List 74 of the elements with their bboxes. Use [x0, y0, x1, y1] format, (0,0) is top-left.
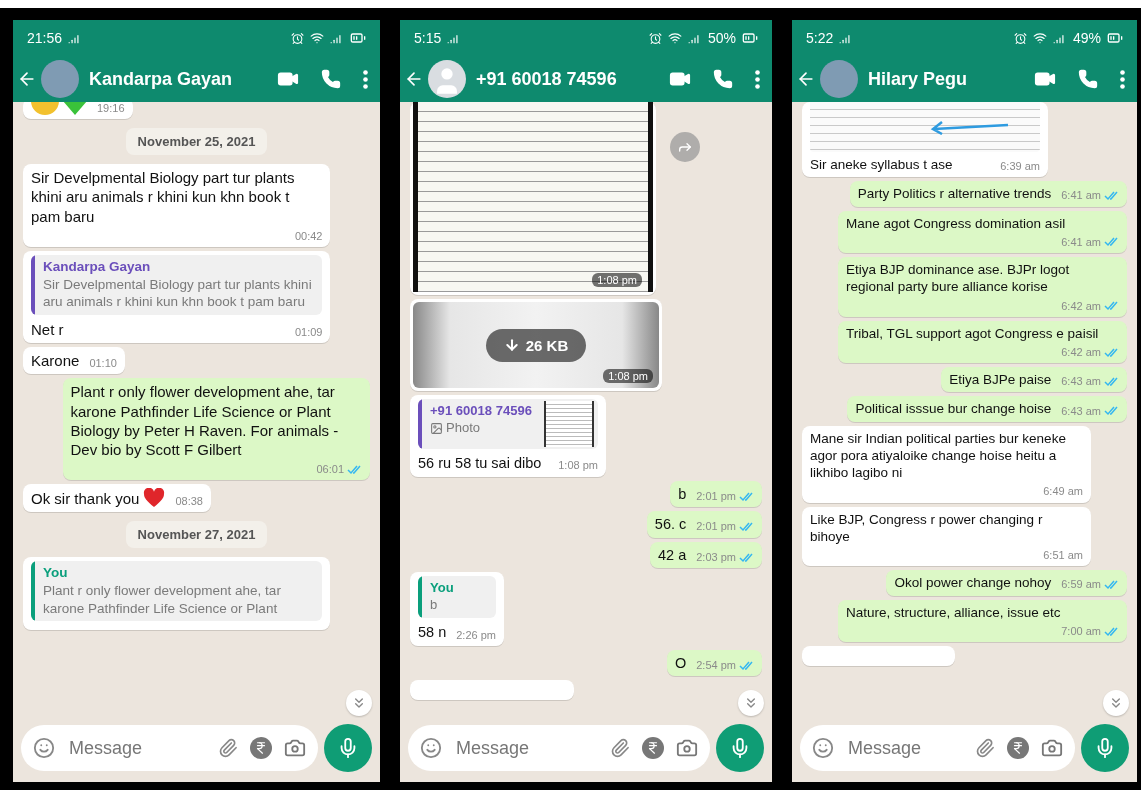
message-text: Mane agot Congress domination asil: [846, 214, 1066, 232]
quoted-message[interactable]: Kandarpa Gayan Sir Develpmental Biology part tur plants khini aru animals r khini kun khn book t pam baru: [31, 254, 323, 316]
message-input[interactable]: Message: [454, 736, 598, 760]
battery-percentage: 50%: [707, 30, 736, 46]
message-time: 6:39 am: [1000, 160, 1040, 174]
quoted-message[interactable]: +91 60018 74596 Photo: [418, 399, 598, 449]
quote-text: b: [430, 597, 439, 615]
message-text: Tribal, TGL support agot Congress e paisil: [846, 324, 1099, 342]
message-text: Mane sir Indian political parties bur keneke agor pora atiyaloike change hoise heitu a likhibo lagibo ni: [810, 429, 1067, 482]
message-field[interactable]: Message: [21, 725, 318, 771]
message-text: Karone: [31, 351, 80, 371]
message-time: 2:01 pm: [696, 489, 736, 504]
message-text: Ok sir thank you: [31, 489, 140, 509]
battery-percentage: 49%: [1072, 30, 1101, 46]
message-input[interactable]: Message: [67, 736, 206, 760]
message-time: 2:03 pm: [696, 551, 736, 565]
message-field[interactable]: Message: [800, 725, 1075, 771]
quote-author: +91 60018 74596: [430, 403, 532, 418]
message-input[interactable]: Message: [846, 736, 963, 760]
message-text: Like BJP, Congress r power changing r bihoye: [810, 510, 1044, 546]
message-text: O: [674, 653, 687, 673]
message-text: Plant r only flower development ahe, tar karone Pathfinder Life Science or Plant Biology by Peter H Raven. For animals - Dev bio by Scott F Gilbert: [70, 382, 340, 460]
message-field[interactable]: Message: [408, 725, 710, 771]
message-time: 6:42 am: [1061, 299, 1101, 313]
message-time: 01:09: [294, 326, 323, 340]
date-label: November 27, 2021: [125, 521, 268, 549]
message-time: 19:16: [97, 102, 125, 116]
quote-author: You: [43, 565, 69, 581]
message-time: 6:42 am: [1061, 345, 1101, 360]
quote-author: You: [430, 580, 455, 596]
quoted-message[interactable]: You b: [418, 576, 496, 619]
message-time: 00:42: [294, 229, 323, 243]
message-text: 56. c: [654, 515, 687, 534]
message-time: 2:54 pm: [696, 659, 736, 673]
message-time: 01:10: [89, 357, 117, 371]
message-time: 6:59 am: [1061, 578, 1101, 592]
message-time: 2:01 pm: [696, 520, 736, 534]
message-text: Okol power change nohoy: [894, 574, 1052, 592]
message-time: 6:43 am: [1061, 404, 1101, 418]
message-time: 08:38: [175, 495, 203, 509]
message-text: Sir aneke syllabus t ase: [810, 156, 953, 174]
message-time: 2:26 pm: [456, 628, 496, 642]
message-text: b: [678, 484, 687, 504]
download-button[interactable]: 26 KB: [485, 328, 587, 362]
message-time: 06:01: [316, 463, 344, 477]
message-time: 6:43 am: [1061, 375, 1101, 389]
message-text: 56 ru 58 tu sai dibo: [418, 454, 542, 473]
message-time: 7:00 am: [1061, 624, 1101, 639]
quote-text: Photo: [430, 420, 532, 437]
message-time: 6:41 am: [1061, 189, 1101, 203]
quote-text: Sir Develpmental Biology part tur plants khini aru animals r khini kun khn book t pam baru: [43, 275, 313, 312]
message-text: 42 a: [658, 545, 687, 565]
message-text: Sir Develpmental Biology part tur plants khini aru animals r khini kun khn book t pam baru: [31, 168, 296, 226]
message-text: Net r: [31, 320, 64, 340]
date-label: November 25, 2021: [125, 128, 268, 156]
message-time: 1:08 pm: [592, 273, 642, 287]
message-time: 6:41 am: [1061, 235, 1101, 249]
quote-author: Kandarpa Gayan: [43, 258, 152, 274]
message-text: 58 n: [418, 623, 447, 642]
message-time: 6:51 am: [1043, 549, 1083, 563]
photo-placeholder[interactable]: 1:08 pm: [413, 102, 653, 292]
quoted-message[interactable]: You Plant r only flower development ahe, tar karone Pathfinder Life Science or Plant: [31, 561, 323, 622]
status-time: 5:15: [414, 30, 442, 46]
status-time: 21:56: [27, 30, 63, 46]
message-text: Etiya BJP dominance ase. BJPr logot regional party bure alliance korise: [846, 261, 1071, 296]
message-text: Party Politics r alternative trends: [857, 185, 1052, 203]
message-time: 1:08 pm: [603, 369, 653, 383]
message-text: Etiya BJPe paise: [949, 371, 1052, 389]
message-text: Nature, structure, alliance, issue etc: [846, 603, 1061, 621]
status-time: 5:22: [806, 30, 834, 46]
quote-text: Plant r only flower development ahe, tar karone Pathfinder Life Science or Plant: [43, 582, 282, 618]
message-text: Political isssue bur change hoise: [855, 400, 1052, 418]
message-time: 1:08 pm: [558, 459, 598, 473]
message-time: 6:49 am: [1043, 485, 1083, 499]
